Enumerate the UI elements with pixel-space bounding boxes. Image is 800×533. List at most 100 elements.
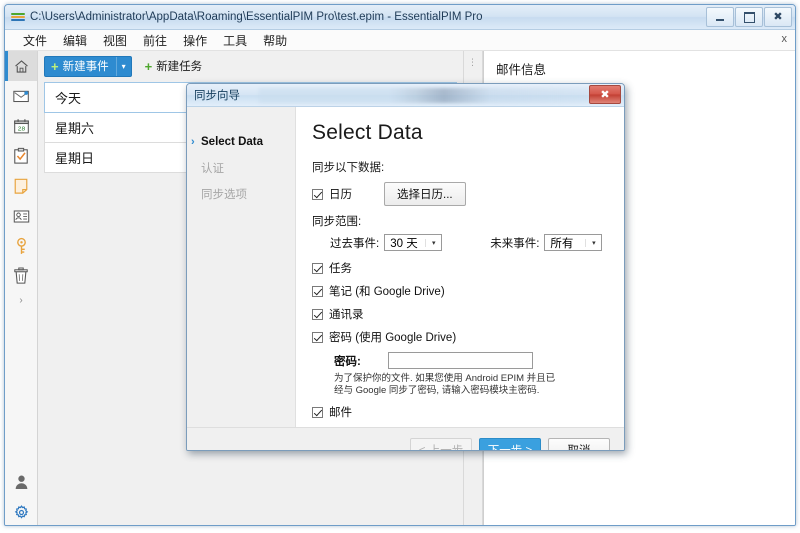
dialog-title-bar: 同步向导 ✖ — [187, 84, 624, 107]
tasks-label: 任务 — [329, 260, 352, 276]
minimize-button[interactable] — [706, 7, 734, 27]
master-password-note: 为了保护你的文件. 如果您使用 Android EPIM 并且已经与 Googl… — [334, 373, 564, 397]
master-password-caption: 密码: — [334, 353, 388, 369]
sidebar-item-trash[interactable] — [5, 261, 37, 291]
past-events-caption: 过去事件: — [330, 235, 379, 251]
master-password-row: 密码: — [334, 352, 610, 369]
past-events-select[interactable]: 30 天 ▾ — [384, 234, 442, 251]
key-icon — [15, 237, 28, 256]
wizard-step-list: › Select Data 认证 同步选项 — [187, 107, 296, 427]
passwords-checkbox[interactable] — [312, 332, 323, 343]
chevron-right-icon: › — [191, 136, 195, 148]
new-event-dropdown-caret-icon[interactable]: ▾ — [116, 57, 131, 76]
sync-prompt-label: 同步以下数据: — [312, 159, 610, 175]
window-title: C:\Users\Administrator\AppData\Roaming\E… — [30, 11, 483, 23]
rail-expand-chevron-icon[interactable]: › — [5, 291, 37, 309]
sidebar-item-notes[interactable] — [5, 171, 37, 201]
new-event-label: 新建事件 — [63, 58, 109, 74]
app-logo-icon — [11, 10, 25, 24]
dialog-title: 同步向导 — [194, 87, 240, 103]
contacts-icon — [13, 209, 30, 224]
mail-label: 邮件 — [329, 404, 352, 420]
home-icon — [13, 58, 30, 75]
sidebar-item-mail[interactable] — [5, 81, 37, 111]
wizard-step-authentication[interactable]: 认证 — [187, 155, 295, 181]
new-task-button[interactable]: + 新建任务 — [140, 57, 208, 76]
menu-item-view[interactable]: 视图 — [95, 30, 135, 51]
menu-item-edit[interactable]: 编辑 — [55, 30, 95, 51]
calendar-checkbox[interactable] — [312, 189, 323, 200]
title-bar: C:\Users\Administrator\AppData\Roaming\E… — [5, 5, 795, 30]
trash-icon — [13, 267, 29, 285]
sidebar-item-calendar[interactable]: 28 — [5, 111, 37, 141]
dialog-body: › Select Data 认证 同步选项 Select Data 同步以下数据… — [187, 107, 624, 427]
sidebar-item-contacts[interactable] — [5, 201, 37, 231]
gear-icon — [14, 505, 29, 520]
day-label: 今天 — [55, 88, 81, 107]
wizard-step-label: Select Data — [201, 136, 263, 148]
sync-wizard-dialog: 同步向导 ✖ › Select Data 认证 同步选项 Select — [186, 83, 625, 451]
menu-item-help[interactable]: 帮助 — [255, 30, 295, 51]
past-events-value: 30 天 — [390, 235, 425, 251]
dialog-heading: Select Data — [312, 121, 610, 145]
next-button[interactable]: 下一步 > — [479, 438, 541, 451]
wizard-step-select-data[interactable]: › Select Data — [187, 129, 295, 155]
select-calendars-button[interactable]: 选择日历... — [384, 182, 466, 206]
mail-option-row: 邮件 — [312, 404, 610, 420]
sidebar-item-home[interactable] — [5, 51, 37, 81]
calendar-option-row: 日历 选择日历... — [312, 182, 610, 206]
wizard-step-label: 同步选项 — [201, 186, 247, 202]
dialog-footer: < 上一步 下一步 > 取消 — [187, 427, 624, 451]
close-icon: ✖ — [600, 88, 609, 101]
maximize-button[interactable] — [735, 7, 763, 27]
chevron-down-icon: ▾ — [425, 239, 441, 247]
sidebar-item-tasks[interactable] — [5, 141, 37, 171]
account-button[interactable] — [5, 467, 37, 497]
window-controls: ✖ — [706, 7, 792, 27]
passwords-option-row: 密码 (使用 Google Drive) — [312, 329, 610, 345]
back-button[interactable]: < 上一步 — [410, 438, 472, 451]
future-events-select[interactable]: 所有 ▾ — [544, 234, 602, 251]
notes-label: 笔记 (和 Google Drive) — [329, 283, 445, 299]
contacts-option-row: 通讯录 — [312, 306, 610, 322]
notes-option-row: 笔记 (和 Google Drive) — [312, 283, 610, 299]
new-event-button[interactable]: + 新建事件 ▾ — [44, 56, 132, 77]
master-password-block: 密码: 为了保护你的文件. 如果您使用 Android EPIM 并且已经与 G… — [334, 352, 610, 397]
cancel-button[interactable]: 取消 — [548, 438, 610, 451]
plus-icon: + — [145, 61, 153, 72]
contacts-label: 通讯录 — [329, 306, 364, 322]
menu-item-tools[interactable]: 工具 — [215, 30, 255, 51]
mail-checkbox[interactable] — [312, 407, 323, 418]
wizard-step-label: 认证 — [201, 160, 224, 176]
close-icon: ✖ — [773, 12, 782, 22]
settings-button[interactable] — [5, 497, 37, 526]
menu-item-actions[interactable]: 操作 — [175, 30, 215, 51]
day-label: 星期日 — [55, 148, 94, 167]
module-rail: 28 — [5, 51, 38, 526]
contacts-checkbox[interactable] — [312, 309, 323, 320]
master-password-input[interactable] — [388, 352, 533, 369]
day-label: 星期六 — [55, 118, 94, 137]
menu-bar: 文件 编辑 视图 前往 操作 工具 帮助 x — [5, 30, 795, 51]
application-window: C:\Users\Administrator\AppData\Roaming\E… — [4, 4, 796, 526]
menu-item-goto[interactable]: 前往 — [135, 30, 175, 51]
new-task-label: 新建任务 — [156, 58, 202, 74]
notes-checkbox[interactable] — [312, 286, 323, 297]
calendar-icon: 28 — [13, 118, 30, 135]
tasks-option-row: 任务 — [312, 260, 610, 276]
tasks-checkbox[interactable] — [312, 263, 323, 274]
wizard-step-sync-options[interactable]: 同步选项 — [187, 181, 295, 207]
splitter-handle-icon: ⋮ — [468, 59, 477, 66]
tasks-clipboard-icon — [13, 147, 29, 165]
detail-pane-title: 邮件信息 — [484, 51, 795, 78]
dialog-close-button[interactable]: ✖ — [589, 85, 621, 104]
menu-item-file[interactable]: 文件 — [15, 30, 55, 51]
sync-range-row: 过去事件: 30 天 ▾ 未来事件: 所有 ▾ — [330, 234, 610, 251]
plus-icon: + — [51, 61, 59, 72]
calendar-label: 日历 — [329, 186, 352, 202]
close-button[interactable]: ✖ — [764, 7, 792, 27]
future-events-value: 所有 — [550, 235, 585, 251]
mail-icon — [13, 89, 30, 103]
sidebar-item-passwords[interactable] — [5, 231, 37, 261]
document-close-button[interactable]: x — [782, 33, 788, 45]
